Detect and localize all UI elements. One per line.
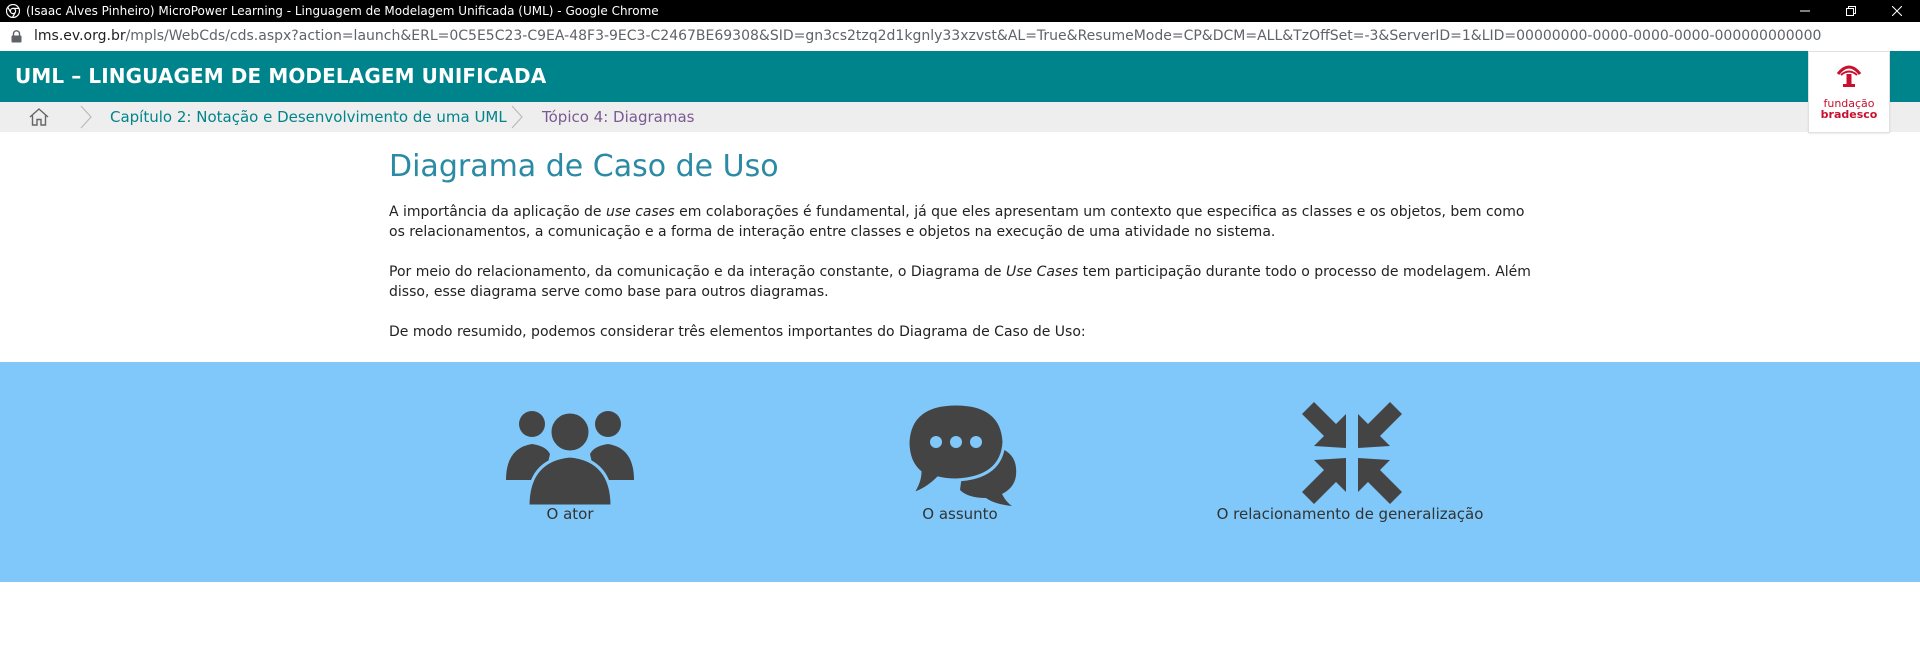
url-host: lms.ev.org.br: [34, 28, 126, 44]
course-title: UML – LINGUAGEM DE MODELAGEM UNIFICADA: [15, 64, 547, 88]
element-label: O ator: [546, 505, 594, 523]
compress-arrows-icon: [1302, 402, 1402, 504]
breadcrumb-topic[interactable]: Tópico 4: Diagramas: [542, 102, 694, 132]
lock-icon[interactable]: [11, 30, 22, 43]
breadcrumb-separator-icon: [80, 105, 92, 129]
paragraph-summary: De modo resumido, podemos considerar trê…: [389, 324, 1086, 340]
address-bar[interactable]: lms.ev.org.br/mpls/WebCds/cds.aspx?actio…: [0, 22, 1920, 52]
elements-band: O ator O assunto O relacionamento de gen…: [0, 362, 1920, 582]
chat-bubbles-icon: [906, 402, 1017, 506]
window-controls: [1782, 0, 1920, 22]
breadcrumb-separator-icon: [511, 105, 523, 129]
minimize-button[interactable]: [1782, 0, 1828, 22]
element-label: O relacionamento de generalização: [1216, 505, 1484, 523]
restore-icon: [1846, 6, 1856, 16]
element-label: O assunto: [922, 505, 998, 523]
bradesco-tree-icon: [1836, 65, 1862, 87]
users-icon: [506, 410, 634, 506]
logo-line2: bradesco: [1820, 108, 1878, 121]
paragraph-intro: A importância da aplicação de use cases …: [389, 202, 1539, 242]
window-title: (Isaac Alves Pinheiro) MicroPower Learni…: [26, 4, 659, 18]
restore-button[interactable]: [1828, 0, 1874, 22]
paragraph-relationship: Por meio do relacionamento, da comunicaç…: [389, 262, 1539, 302]
url-text[interactable]: lms.ev.org.br/mpls/WebCds/cds.aspx?actio…: [34, 22, 1821, 51]
breadcrumb-chapter[interactable]: Capítulo 2: Notação e Desenvolvimento de…: [110, 102, 507, 132]
minimize-icon: [1800, 10, 1810, 12]
course-header: UML – LINGUAGEM DE MODELAGEM UNIFICADA: [0, 51, 1920, 102]
breadcrumb: Capítulo 2: Notação e Desenvolvimento de…: [0, 102, 1920, 132]
emphasis-text: use cases: [606, 204, 675, 220]
paragraph-text: A importância da aplicação de: [389, 204, 606, 220]
emphasis-text: Use Cases: [1005, 264, 1079, 280]
url-path: /mpls/WebCds/cds.aspx?action=launch&ERL=…: [125, 28, 1822, 44]
paragraph-text: Por meio do relacionamento, da comunicaç…: [389, 264, 1006, 280]
home-icon[interactable]: [29, 108, 49, 126]
close-button[interactable]: [1874, 0, 1920, 22]
browser-title-bar: (Isaac Alves Pinheiro) MicroPower Learni…: [0, 0, 1920, 22]
fundacao-bradesco-logo[interactable]: fundação bradesco: [1808, 51, 1890, 133]
page-title: Diagrama de Caso de Uso: [389, 149, 779, 184]
chrome-icon: [6, 4, 20, 18]
close-icon: [1892, 6, 1902, 16]
